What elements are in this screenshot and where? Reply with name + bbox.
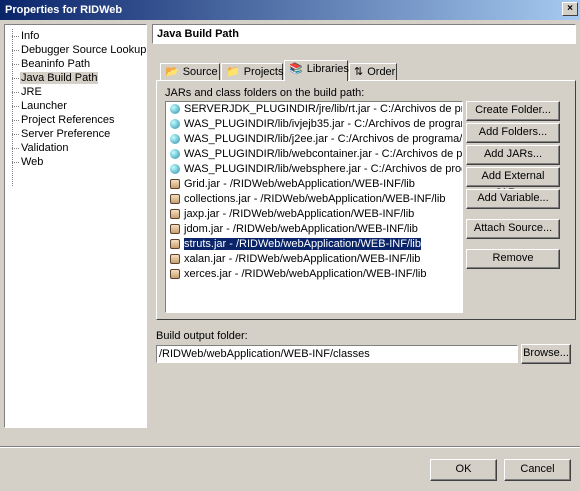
library-entry-label: SERVERJDK_PLUGINDIR/jre/lib/rt.jar - C:/… — [184, 103, 462, 115]
nav-item-label: Beaninfo Path — [21, 58, 91, 70]
classpath-variable-icon — [170, 149, 180, 159]
library-entry[interactable]: Grid.jar - /RIDWeb/webApplication/WEB-IN… — [166, 177, 462, 192]
nav-item-project-references[interactable]: Project References — [5, 113, 146, 127]
libraries-icon: 📚 — [289, 63, 303, 75]
nav-item-debugger-source-lookup[interactable]: Debugger Source Lookup — [5, 43, 146, 57]
library-entry-label: WAS_PLUGINDIR/lib/webcontainer.jar - C:/… — [184, 148, 463, 160]
nav-item-label: Validation — [21, 142, 69, 154]
nav-item-label: Web — [21, 156, 44, 168]
library-entry-label: WAS_PLUGINDIR/lib/websphere.jar - C:/Arc… — [184, 163, 462, 175]
library-entry[interactable]: WAS_PLUGINDIR/lib/ivjejb35.jar - C:/Arch… — [166, 117, 462, 132]
nav-item-jre[interactable]: JRE — [5, 85, 146, 99]
nav-item-label: Server Preference — [21, 128, 111, 140]
nav-item-beaninfo-path[interactable]: Beaninfo Path — [5, 57, 146, 71]
tab-label: Source — [182, 66, 218, 78]
attach-source-button[interactable]: Attach Source... — [466, 219, 560, 239]
browse-button[interactable]: Browse... — [521, 344, 571, 364]
nav-item-label: Debugger Source Lookup — [21, 44, 147, 56]
library-entry[interactable]: xalan.jar - /RIDWeb/webApplication/WEB-I… — [166, 252, 462, 267]
library-entry[interactable]: xerces.jar - /RIDWeb/webApplication/WEB-… — [166, 267, 462, 282]
nav-item-label: Launcher — [21, 100, 67, 112]
library-entry-label: xerces.jar - /RIDWeb/webApplication/WEB-… — [184, 268, 427, 280]
library-entry[interactable]: struts.jar - /RIDWeb/webApplication/WEB-… — [166, 237, 462, 252]
window-title: Properties for RIDWeb — [5, 4, 123, 16]
add-external-jars-button[interactable]: Add External JARs... — [466, 167, 560, 199]
jar-icon — [170, 254, 180, 264]
tree-items: Info Debugger Source Lookup Beaninfo Path J… — [5, 29, 146, 169]
close-icon: × — [567, 3, 573, 14]
order-icon: ⇅ — [354, 66, 364, 78]
page-title: Java Build Path — [152, 24, 576, 44]
footer-separator — [0, 446, 580, 448]
nav-item-server-preference[interactable]: Server Preference — [5, 127, 146, 141]
library-entry[interactable]: jdom.jar - /RIDWeb/webApplication/WEB-IN… — [166, 222, 462, 237]
nav-item-validation[interactable]: Validation — [5, 141, 146, 155]
property-page-tree[interactable]: Info Debugger Source Lookup Beaninfo Path J… — [4, 24, 147, 428]
library-entry[interactable]: collections.jar - /RIDWeb/webApplication… — [166, 192, 462, 207]
add-variable-button[interactable]: Add Variable... — [466, 189, 560, 209]
jar-icon — [170, 194, 180, 204]
library-entry-label: WAS_PLUGINDIR/lib/j2ee.jar - C:/Archivos… — [184, 133, 463, 145]
library-entry[interactable]: SERVERJDK_PLUGINDIR/jre/lib/rt.jar - C:/… — [166, 102, 462, 117]
jar-icon — [170, 269, 180, 279]
library-entry[interactable]: jaxp.jar - /RIDWeb/webApplication/WEB-IN… — [166, 207, 462, 222]
libraries-list-label: JARs and class folders on the build path… — [165, 87, 365, 99]
classpath-variable-icon — [170, 104, 180, 114]
build-output-input[interactable] — [156, 345, 518, 363]
nav-item-info[interactable]: Info — [5, 29, 146, 43]
add-folders-button[interactable]: Add Folders... — [466, 123, 560, 143]
library-entry-label: Grid.jar - /RIDWeb/webApplication/WEB-IN… — [184, 178, 415, 190]
build-output-label: Build output folder: — [156, 330, 248, 342]
tab-libraries[interactable]: 📚 Libraries — [284, 60, 349, 81]
jar-icon — [170, 209, 180, 219]
nav-item-java-build-path[interactable]: Java Build Path — [5, 71, 146, 85]
library-entry-label: jdom.jar - /RIDWeb/webApplication/WEB-IN… — [184, 223, 418, 235]
source-folder-icon: 📂 — [165, 66, 179, 78]
cancel-button[interactable]: Cancel — [504, 459, 571, 481]
library-entry-label: struts.jar - /RIDWeb/webApplication/WEB-… — [183, 237, 422, 251]
classpath-variable-icon — [170, 134, 180, 144]
title-bar[interactable]: Properties for RIDWeb × — [0, 0, 580, 20]
tab-label: Libraries — [306, 63, 349, 75]
nav-item-web[interactable]: Web — [5, 155, 146, 169]
jar-icon — [170, 239, 180, 249]
nav-item-label: Java Build Path — [20, 72, 99, 84]
tab-label: Order — [367, 66, 396, 78]
library-entry-label: xalan.jar - /RIDWeb/webApplication/WEB-I… — [184, 253, 421, 265]
libraries-list[interactable]: SERVERJDK_PLUGINDIR/jre/lib/rt.jar - C:/… — [165, 101, 463, 313]
projects-icon: 📁 — [226, 66, 240, 78]
nav-item-label: Project References — [21, 114, 115, 126]
library-entry-label: WAS_PLUGINDIR/lib/ivjejb35.jar - C:/Arch… — [184, 118, 463, 130]
tab-projects[interactable]: 📁 Projects — [221, 63, 283, 81]
jar-icon — [170, 224, 180, 234]
ok-button[interactable]: OK — [430, 459, 497, 481]
classpath-variable-icon — [170, 119, 180, 129]
library-entry-label: jaxp.jar - /RIDWeb/webApplication/WEB-IN… — [184, 208, 415, 220]
nav-item-launcher[interactable]: Launcher — [5, 99, 146, 113]
add-jars-button[interactable]: Add JARs... — [466, 145, 560, 165]
library-entry-label: collections.jar - /RIDWeb/webApplication… — [184, 193, 446, 205]
library-entry[interactable]: WAS_PLUGINDIR/lib/webcontainer.jar - C:/… — [166, 147, 462, 162]
jar-icon — [170, 179, 180, 189]
tab-source[interactable]: 📂 Source — [160, 63, 220, 81]
remove-button[interactable]: Remove — [466, 249, 560, 269]
libraries-tab-page: JARs and class folders on the build path… — [156, 80, 576, 320]
properties-dialog: Properties for RIDWeb × Info Debugger Sou… — [0, 0, 580, 491]
nav-item-label: Info — [21, 30, 40, 42]
create-folder-button[interactable]: Create Folder... — [466, 101, 560, 121]
classpath-variable-icon — [170, 164, 180, 174]
close-button[interactable]: × — [562, 2, 578, 16]
library-entry[interactable]: WAS_PLUGINDIR/lib/j2ee.jar - C:/Archivos… — [166, 132, 462, 147]
library-entry[interactable]: WAS_PLUGINDIR/lib/websphere.jar - C:/Arc… — [166, 162, 462, 177]
tab-label: Projects — [243, 66, 284, 78]
tab-order[interactable]: ⇅ Order — [349, 63, 397, 81]
nav-item-label: JRE — [21, 86, 42, 98]
